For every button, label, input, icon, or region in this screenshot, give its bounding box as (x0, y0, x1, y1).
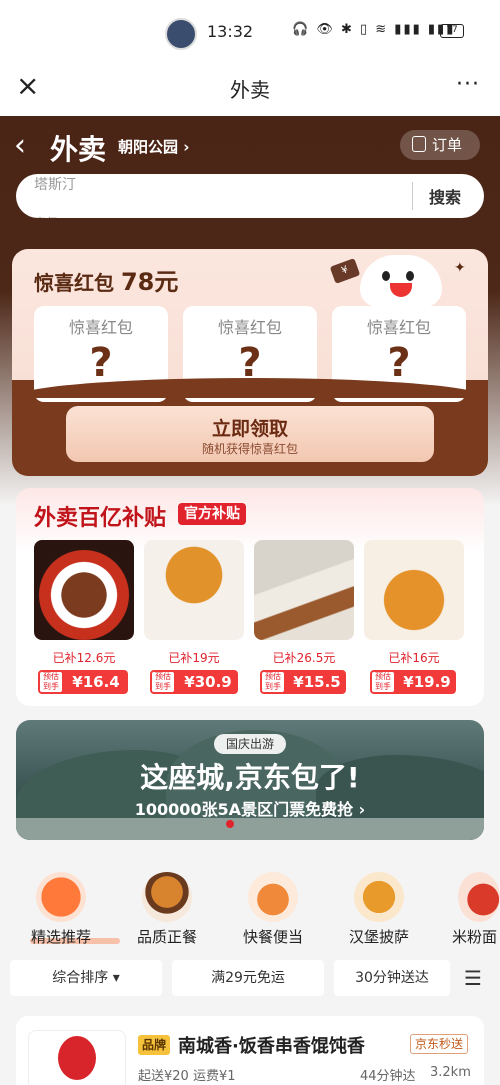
noodle-bowl-icon[interactable] (458, 872, 500, 922)
estimate-tag: 预估到手 (262, 672, 284, 692)
estimate-tag: 预估到手 (152, 672, 174, 692)
food-subsidy: 已补26.5元 (272, 651, 336, 665)
store-logo-face (58, 1036, 96, 1080)
free-delivery-filter[interactable]: 满29元免运 (172, 960, 324, 996)
order-label: 订单 (432, 136, 463, 154)
food-price: ¥19.9 (403, 673, 451, 691)
food-image[interactable] (144, 540, 244, 640)
food-subsidy: 已补16元 (388, 651, 440, 665)
fast-delivery-filter[interactable]: 30分钟送达 (334, 960, 450, 996)
category-meal[interactable]: 品质正餐 (117, 926, 217, 947)
category-noodles[interactable]: 米粉面 (440, 926, 500, 947)
category-fastfood[interactable]: 快餐便当 (223, 926, 323, 947)
thumbs-up-icon[interactable] (36, 872, 86, 922)
search-bar[interactable]: 塔斯汀 麦但 搜索 (16, 174, 484, 218)
jd-express-badge: 京东秒送 (410, 1034, 469, 1054)
back-icon[interactable]: ‹ (14, 128, 26, 164)
battery-icon: 77 (440, 24, 464, 38)
subsidy-title: 外卖百亿补贴 (34, 506, 167, 531)
status-icons: 🎧 👁 ✱ ▯ ≋ ▮▮▮ ▮▮▮ (292, 22, 456, 37)
category-burger[interactable]: 汉堡披萨 (329, 926, 429, 947)
menu-icon[interactable]: ☰ (464, 966, 482, 990)
store-name[interactable]: 南城香·饭香串香馄饨香 (178, 1032, 365, 1058)
estimate-tag: 预估到手 (372, 672, 394, 692)
location-selector[interactable]: 朝阳公园 › (118, 136, 189, 157)
red-packet-slot-label: 惊喜红包 (68, 318, 133, 337)
food-subsidy: 已补12.6元 (52, 651, 116, 665)
food-price: ¥16.4 (72, 673, 120, 691)
burger-icon[interactable] (354, 872, 404, 922)
food-price-tag[interactable]: 预估到手 ¥15.5 (260, 670, 346, 694)
mascot-icon (360, 255, 442, 307)
hero-title: 外卖 (50, 133, 107, 166)
banner-indicator (226, 820, 234, 828)
order-button[interactable]: 订单 (400, 130, 480, 160)
search-placeholder-next: 麦但 (34, 214, 58, 218)
red-packet-amount: 78元 (120, 268, 179, 296)
food-image[interactable] (364, 540, 464, 640)
store-delivery-time: 44分钟达 (360, 1069, 416, 1084)
search-input[interactable]: 塔斯汀 (34, 174, 76, 194)
category-recommended[interactable]: 精选推荐 (11, 926, 111, 947)
store-delivery-fee: 起送¥20 运费¥1 (138, 1069, 236, 1084)
banner-tag: 国庆出游 (214, 734, 286, 754)
roast-chicken-icon[interactable] (142, 872, 192, 922)
sort-filter[interactable]: 综合排序 ▾ (10, 960, 162, 996)
more-icon[interactable]: ··· (456, 72, 480, 97)
takeout-box-icon[interactable] (248, 872, 298, 922)
claim-button-label[interactable]: 立即领取 (66, 414, 434, 441)
sparkle-icon: ✦ (454, 260, 466, 276)
banner-subline: 100000张5A景区门票免费抢 › (134, 800, 366, 819)
claim-button-sublabel: 随机获得惊喜红包 (201, 442, 298, 456)
red-packet-title: 惊喜红包 78元 (34, 262, 178, 297)
search-divider (412, 182, 413, 210)
food-price: ¥30.9 (184, 673, 232, 691)
food-price-tag[interactable]: 预估到手 ¥16.4 (38, 670, 128, 694)
brand-badge: 品牌 (138, 1035, 171, 1055)
estimate-tag: 预估到手 (40, 672, 62, 692)
food-price-tag[interactable]: 预估到手 ¥30.9 (150, 670, 238, 694)
red-packet-title-text: 惊喜红包 (34, 271, 114, 295)
food-image[interactable] (254, 540, 354, 640)
page-title: 外卖 (230, 78, 270, 102)
avatar (165, 18, 197, 50)
store-distance: 3.2km (430, 1065, 471, 1080)
red-packet-slot-label: 惊喜红包 (217, 318, 282, 337)
search-button[interactable]: 搜索 (414, 184, 476, 208)
food-price-tag[interactable]: 预估到手 ¥19.9 (370, 670, 456, 694)
red-packet-slot-label: 惊喜红包 (366, 318, 431, 337)
subsidy-badge: 官方补贴 (178, 503, 246, 525)
food-image[interactable] (34, 540, 134, 640)
food-price: ¥15.5 (293, 673, 341, 691)
order-icon (412, 136, 426, 152)
food-subsidy: 已补19元 (168, 651, 220, 665)
banner-headline: 这座城,京东包了! (140, 761, 360, 794)
status-time: 13:32 (207, 22, 254, 41)
